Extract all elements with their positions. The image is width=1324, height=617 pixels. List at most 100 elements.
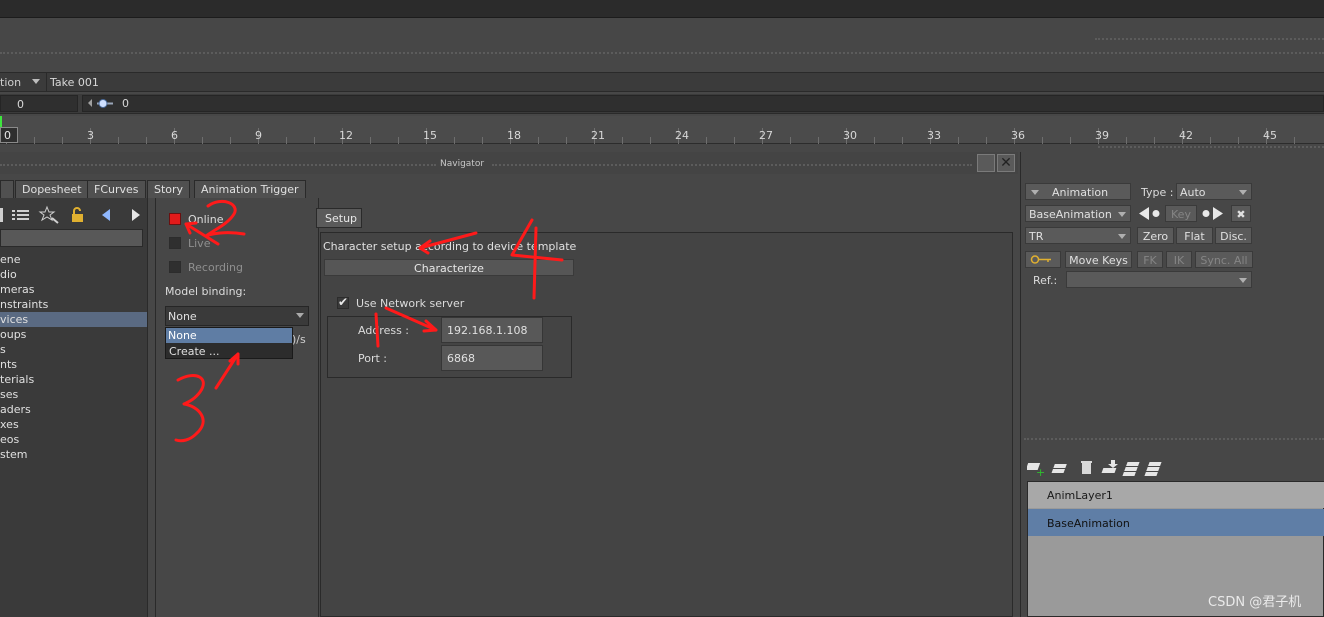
menu-bar <box>0 0 1324 18</box>
ref-label: Ref.: <box>1033 274 1058 287</box>
tree-item[interactable]: ses <box>0 387 147 402</box>
timeline-tick-label: 45 <box>1263 129 1277 142</box>
tree-item[interactable]: eos <box>0 432 147 447</box>
take-name-field[interactable]: Take 001 <box>46 73 1324 91</box>
tab-dopesheet[interactable]: Dopesheet <box>15 180 89 198</box>
layer-select[interactable]: BaseAnimation <box>1025 205 1131 222</box>
timeline-tick-label: 42 <box>1179 129 1193 142</box>
recording-checkbox[interactable] <box>169 261 181 273</box>
dropdown-option-none[interactable]: None <box>166 328 292 343</box>
tree-item[interactable]: nstraints <box>0 297 147 312</box>
dropdown-option-create[interactable]: Create ... <box>166 344 292 359</box>
online-label: Online <box>188 213 224 226</box>
take-mode-dropdown[interactable]: tion <box>0 73 44 91</box>
timeline-tick-label: 18 <box>507 129 521 142</box>
arrow-left-icon[interactable] <box>88 99 92 107</box>
frame-slider[interactable] <box>82 95 1324 112</box>
divider <box>1024 438 1324 441</box>
sync-all-button[interactable]: Sync. All <box>1195 251 1253 268</box>
timeline-tick-label: 30 <box>843 129 857 142</box>
timeline-tick <box>1042 137 1043 144</box>
previous-key-icon[interactable] <box>1137 205 1163 222</box>
tree-item[interactable]: dio <box>0 267 147 282</box>
chevron-down-icon <box>1118 234 1126 239</box>
tab-animation-trigger[interactable]: Animation Trigger <box>194 180 306 198</box>
expand-layers-icon <box>1144 462 1162 476</box>
panel-splitter[interactable] <box>148 198 156 617</box>
timeline-tick-label: 15 <box>423 129 437 142</box>
zero-button[interactable]: Zero <box>1137 227 1174 244</box>
timeline-tick <box>1294 137 1295 144</box>
tab-fcurves[interactable]: FCurves <box>87 180 146 198</box>
divider <box>0 52 1324 55</box>
address-label: Address : <box>358 324 410 337</box>
type-value: Auto <box>1180 186 1206 199</box>
animation-dropdown[interactable]: Animation <box>1025 183 1131 200</box>
animation-dropdown-label: Animation <box>1052 186 1109 199</box>
tree-item[interactable]: aders <box>0 402 147 417</box>
float-window-icon[interactable] <box>977 154 995 172</box>
channel-select[interactable]: TR <box>1025 227 1131 244</box>
upper-toolbar-area <box>0 19 1324 71</box>
ik-button[interactable]: IK <box>1166 251 1192 268</box>
fk-button[interactable]: FK <box>1137 251 1163 268</box>
arrow-left-icon <box>102 209 110 221</box>
tree-item[interactable]: nts <box>0 357 147 372</box>
move-keys-button[interactable]: Move Keys <box>1065 251 1132 268</box>
tab-story[interactable]: Story <box>147 180 191 198</box>
timeline-tick-label: 36 <box>1011 129 1025 142</box>
timeline-tick <box>1210 137 1211 144</box>
current-frame-indicator[interactable]: 0 <box>0 127 18 143</box>
timeline-tick <box>958 137 959 144</box>
tree-item[interactable]: xes <box>0 417 147 432</box>
tree-item[interactable]: terials <box>0 372 147 387</box>
tree-item[interactable]: ene <box>0 252 147 267</box>
ref-select[interactable] <box>1066 271 1252 288</box>
divider <box>492 164 972 167</box>
watermark: CSDN @君子机 <box>1208 595 1302 610</box>
next-key-icon[interactable] <box>1199 205 1225 222</box>
port-field[interactable]: 6868 <box>441 345 543 371</box>
svg-text:+: + <box>1036 466 1045 478</box>
model-binding-select[interactable]: None <box>165 306 309 326</box>
navigator-search-input[interactable] <box>0 229 143 247</box>
layer-item[interactable]: AnimLayer1 <box>1028 482 1324 508</box>
timeline-tick <box>874 137 875 144</box>
tab-setup[interactable]: Setup <box>316 208 362 228</box>
key-button[interactable]: Key <box>1165 205 1197 222</box>
timeline-tick <box>1238 137 1239 144</box>
timeline-tick <box>734 137 735 144</box>
layer-item-selected[interactable]: BaseAnimation <box>1028 509 1324 536</box>
type-select[interactable]: Auto <box>1176 183 1252 200</box>
tree-item[interactable]: vices <box>0 312 147 327</box>
divider <box>1098 146 1324 149</box>
tab-navigator[interactable] <box>0 180 14 198</box>
start-frame-field[interactable]: 0 <box>0 95 78 112</box>
timeline-tick <box>62 137 63 144</box>
flat-button[interactable]: Flat <box>1176 227 1213 244</box>
timeline-tick <box>1154 137 1155 144</box>
tree-item[interactable]: meras <box>0 282 147 297</box>
timeline-tick <box>202 137 203 144</box>
address-field[interactable]: 192.168.1.108 <box>441 317 543 343</box>
list-view-icon <box>12 210 29 220</box>
slider-knob-icon[interactable] <box>97 98 113 109</box>
key-lock-icon[interactable] <box>1025 251 1061 268</box>
characterize-button[interactable]: Characterize <box>324 259 574 276</box>
close-icon[interactable]: ✕ <box>997 154 1015 172</box>
type-label: Type : <box>1141 186 1174 199</box>
timeline-tick-label: 12 <box>339 129 353 142</box>
delete-key-icon[interactable]: ✖ <box>1231 205 1251 222</box>
timeline-tick <box>538 137 539 144</box>
tree-item[interactable]: stem <box>0 447 147 462</box>
timeline-tick <box>790 137 791 144</box>
live-label: Live <box>188 237 211 250</box>
timeline-tick <box>146 137 147 144</box>
tree-item[interactable]: oups <box>0 327 147 342</box>
online-status-toggle[interactable] <box>169 213 181 225</box>
tree-item[interactable]: s <box>0 342 147 357</box>
live-checkbox[interactable] <box>169 237 181 249</box>
disc-button[interactable]: Disc. <box>1215 227 1252 244</box>
checkmark-icon: ✔ <box>338 295 349 309</box>
divider <box>0 164 436 167</box>
